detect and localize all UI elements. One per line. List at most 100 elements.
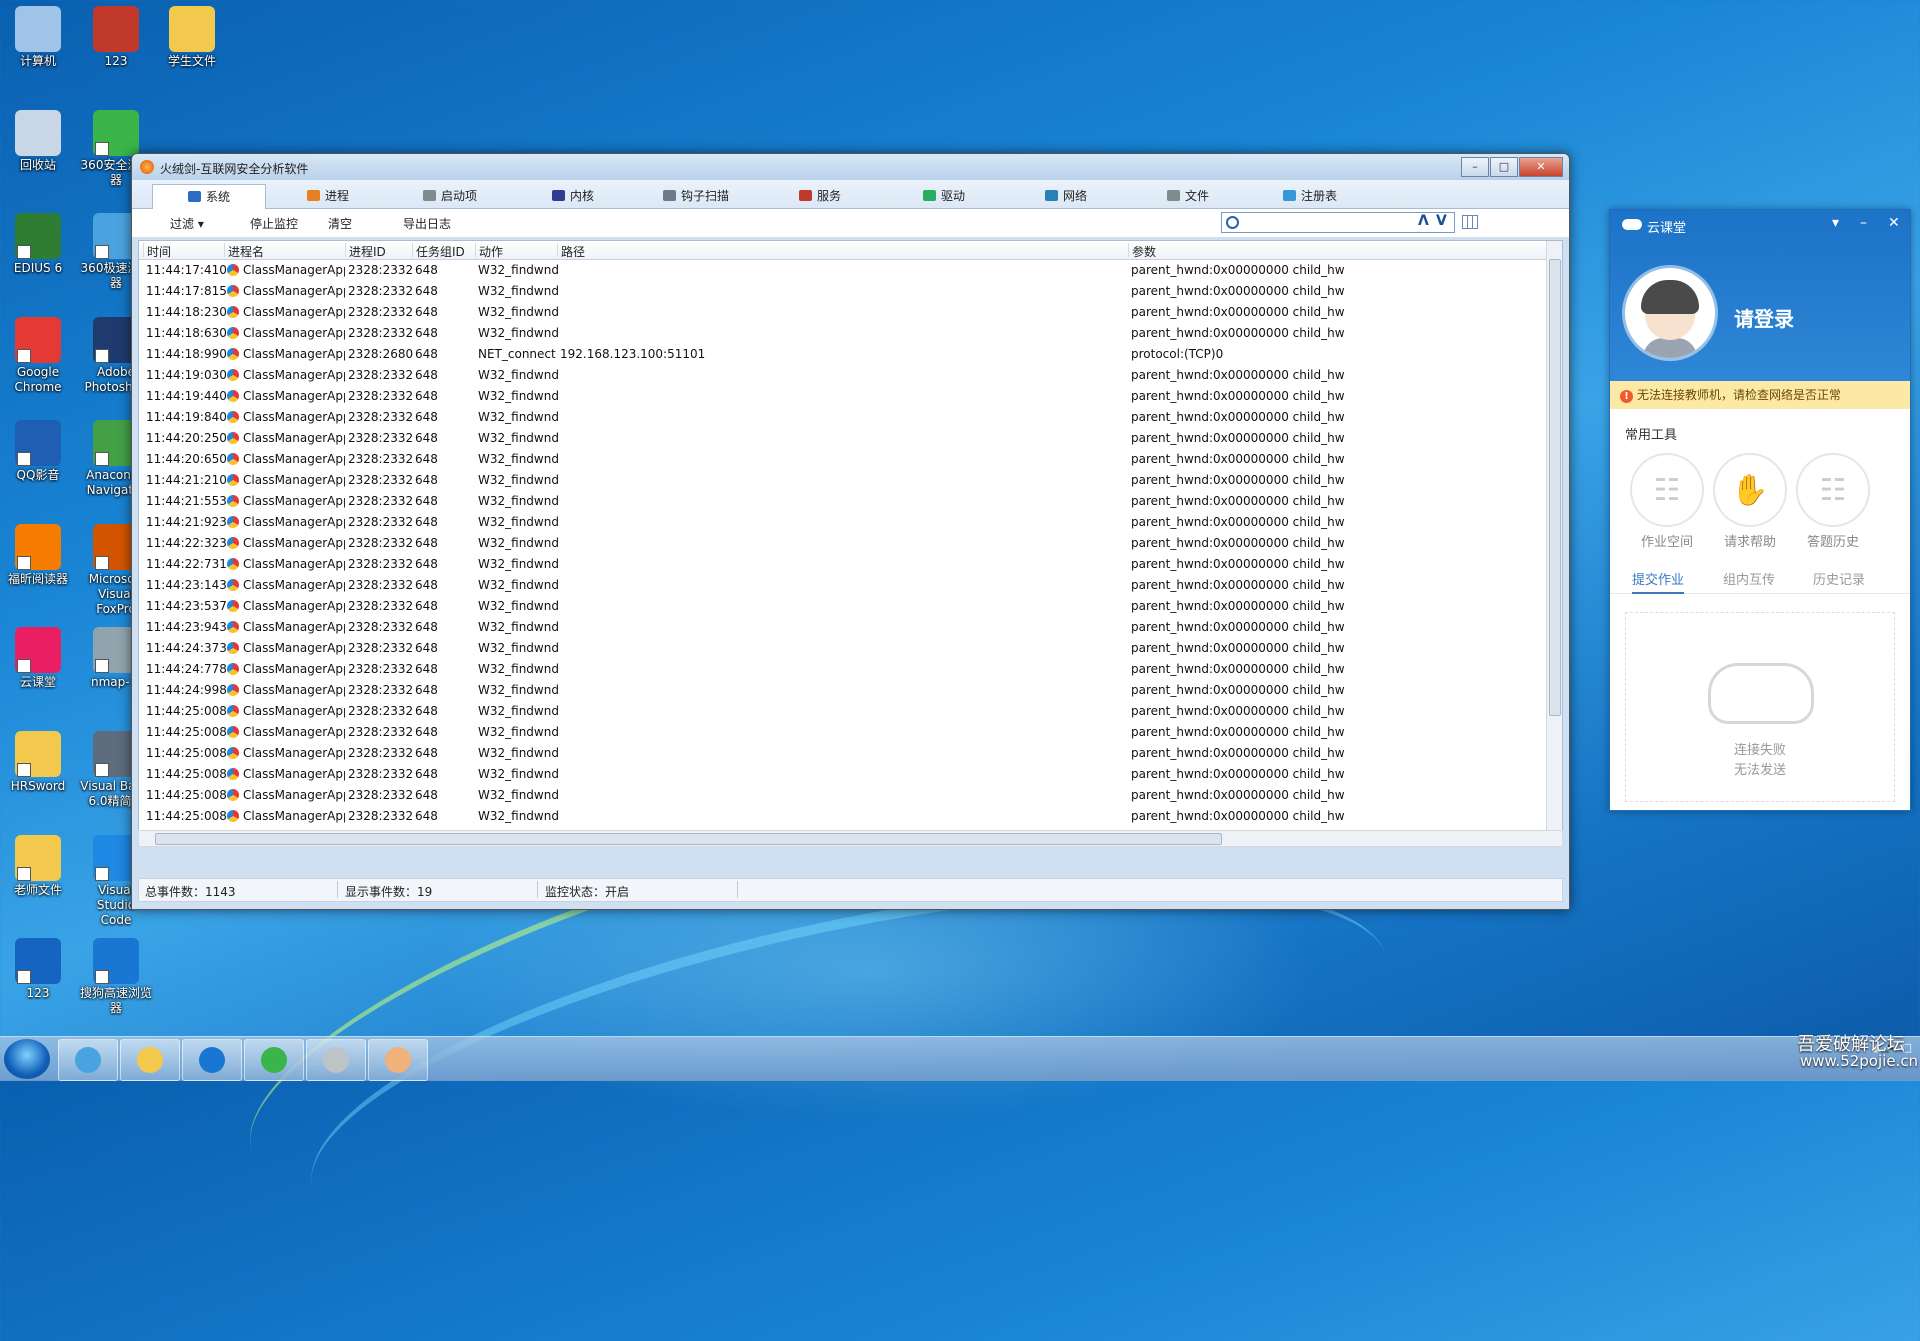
tab-kernel[interactable]: 内核 — [517, 184, 629, 208]
window-titlebar[interactable]: 火绒剑-互联网安全分析软件 – □ ✕ — [132, 154, 1569, 180]
avatar[interactable] — [1625, 268, 1715, 358]
table-row[interactable]: 11:44:21:210 ClassManagerApp.e...2328:233… — [139, 470, 1562, 491]
table-row[interactable]: 11:44:18:990 ClassManagerApp.e...2328:268… — [139, 344, 1562, 365]
tab-submit-homework[interactable]: 提交作业 — [1632, 569, 1685, 594]
table-row[interactable]: 11:44:25:008 ClassManagerApp.e...2328:233… — [139, 764, 1562, 785]
scroll-thumb[interactable] — [155, 833, 1222, 845]
table-cell: parent_hwnd:0x00000000 child_hw — [1131, 305, 1551, 319]
table-row[interactable]: 11:44:19:840 ClassManagerApp.e...2328:233… — [139, 407, 1562, 428]
column-header[interactable]: 路径 — [557, 243, 1127, 259]
taskbar-item[interactable] — [244, 1039, 304, 1081]
taskbar-item[interactable] — [306, 1039, 366, 1081]
export-log-button[interactable]: 导出日志 — [403, 215, 451, 232]
table-cell: parent_hwnd:0x00000000 child_hw — [1131, 641, 1551, 655]
desktop-icon[interactable]: Google Chrome — [2, 317, 74, 395]
column-header[interactable]: 进程ID — [345, 243, 411, 259]
taskbar-item[interactable] — [182, 1039, 242, 1081]
tab-network[interactable]: 网络 — [1010, 184, 1122, 208]
table-row[interactable]: 11:44:19:440 ClassManagerApp.e...2328:233… — [139, 386, 1562, 407]
table-row[interactable]: 11:44:21:553 ClassManagerApp.e...2328:233… — [139, 491, 1562, 512]
table-row[interactable]: 11:44:20:250 ClassManagerApp.e...2328:233… — [139, 428, 1562, 449]
tab-startup[interactable]: 启动项 — [394, 184, 506, 208]
table-row[interactable]: 11:44:23:943 ClassManagerApp.e...2328:233… — [139, 617, 1562, 638]
tab-group-transfer[interactable]: 组内互传 — [1723, 569, 1775, 588]
menu-chevron-icon[interactable]: ▾ — [1832, 215, 1839, 231]
cell-text: W32_findwnd — [478, 746, 558, 760]
desktop-icon[interactable]: 123 — [80, 6, 152, 69]
table-row[interactable]: 11:44:18:230 ClassManagerApp.e...2328:233… — [139, 302, 1562, 323]
table-cell: ClassManagerApp.e... — [227, 431, 345, 445]
column-header[interactable]: 参数 — [1128, 243, 1548, 259]
login-link[interactable]: 请登录 — [1734, 303, 1794, 332]
desktop-icon[interactable]: EDIUS 6 — [2, 213, 74, 276]
table-row[interactable]: 11:44:22:731 ClassManagerApp.e...2328:233… — [139, 554, 1562, 575]
close-icon[interactable]: ✕ — [1888, 215, 1900, 231]
table-row[interactable]: 11:44:18:630 ClassManagerApp.e...2328:233… — [139, 323, 1562, 344]
column-header[interactable]: 动作 — [475, 243, 555, 259]
desktop-icon[interactable]: 计算机 — [2, 6, 74, 69]
table-cell: ClassManagerApp.e... — [227, 620, 345, 634]
column-settings-icon[interactable] — [1462, 215, 1478, 229]
search-next-icon[interactable]: V — [1436, 213, 1447, 229]
desktop-icon[interactable]: 搜狗高速浏览器 — [80, 938, 152, 1016]
table-cell: W32_findwnd — [478, 326, 558, 340]
desktop-icon[interactable]: QQ影音 — [2, 420, 74, 483]
table-row[interactable]: 11:44:24:998 ClassManagerApp.e...2328:233… — [139, 680, 1562, 701]
table-row[interactable]: 11:44:24:373 ClassManagerApp.e...2328:233… — [139, 638, 1562, 659]
desktop-icon[interactable]: 老师文件 — [2, 835, 74, 898]
tab-driver[interactable]: 驱动 — [888, 184, 1000, 208]
clear-button[interactable]: 清空 — [328, 215, 352, 232]
tab-history[interactable]: 历史记录 — [1813, 569, 1865, 588]
table-row[interactable]: 11:44:22:323 ClassManagerApp.e...2328:233… — [139, 533, 1562, 554]
table-row[interactable]: 11:44:21:923 ClassManagerApp.e...2328:233… — [139, 512, 1562, 533]
desktop-icon[interactable]: HRSword — [2, 731, 74, 794]
tab-registry[interactable]: 注册表 — [1254, 184, 1366, 208]
table-row[interactable]: 11:44:17:815 ClassManagerApp.e...2328:233… — [139, 281, 1562, 302]
maximize-button[interactable]: □ — [1490, 157, 1518, 177]
tool-homework[interactable]: ☷ 作业空间 — [1622, 453, 1712, 550]
vertical-scrollbar[interactable] — [1546, 241, 1562, 831]
desktop-icon[interactable]: 回收站 — [2, 110, 74, 173]
table-row[interactable]: 11:44:25:008 ClassManagerApp.e...2328:233… — [139, 785, 1562, 806]
scroll-thumb[interactable] — [1549, 259, 1561, 716]
column-header[interactable]: 任务组ID — [412, 243, 474, 259]
filter-dropdown[interactable]: 过滤 ▾ — [170, 215, 204, 232]
cell-text: 11:44:23:143 — [146, 578, 226, 592]
start-button[interactable] — [4, 1039, 50, 1079]
taskbar-item[interactable] — [58, 1039, 118, 1081]
tab-service[interactable]: 服务 — [764, 184, 876, 208]
search-input[interactable]: Λ V — [1221, 212, 1455, 233]
desktop-icon[interactable]: 123 — [2, 938, 74, 1001]
tool-raise-hand[interactable]: ✋ 请求帮助 — [1705, 453, 1795, 550]
column-header[interactable]: 进程名 — [224, 243, 342, 259]
taskbar-item[interactable] — [368, 1039, 428, 1081]
taskbar-item[interactable] — [120, 1039, 180, 1081]
table-row[interactable]: 11:44:17:410 ClassManagerApp.e...2328:233… — [139, 260, 1562, 281]
tool-answer-history[interactable]: ☷ 答题历史 — [1788, 453, 1878, 550]
horizontal-scrollbar[interactable] — [138, 830, 1563, 847]
close-button[interactable]: ✕ — [1519, 157, 1563, 177]
table-cell: 648 — [415, 431, 477, 445]
table-row[interactable]: 11:44:20:650 ClassManagerApp.e...2328:233… — [139, 449, 1562, 470]
minimize-button[interactable]: – — [1461, 157, 1489, 177]
table-row[interactable]: 11:44:25:008 ClassManagerApp.e...2328:233… — [139, 701, 1562, 722]
table-row[interactable]: 11:44:25:008 ClassManagerApp.e...2328:233… — [139, 722, 1562, 743]
stop-monitor-button[interactable]: 停止监控 — [250, 215, 298, 232]
minimize-icon[interactable]: – — [1860, 215, 1867, 231]
tab-system[interactable]: 系统 — [152, 184, 266, 210]
warning-text: 无法连接教师机，请检查网络是否正常 — [1637, 388, 1842, 402]
table-row[interactable]: 11:44:23:143 ClassManagerApp.e...2328:233… — [139, 575, 1562, 596]
desktop-icon[interactable]: 福昕阅读器 — [2, 524, 74, 587]
table-row[interactable]: 11:44:19:030 ClassManagerApp.e...2328:233… — [139, 365, 1562, 386]
table-row[interactable]: 11:44:25:008 ClassManagerApp.e...2328:233… — [139, 743, 1562, 764]
table-row[interactable]: 11:44:25:008 ClassManagerApp.e...2328:233… — [139, 806, 1562, 827]
table-row[interactable]: 11:44:23:537 ClassManagerApp.e...2328:233… — [139, 596, 1562, 617]
tab-process[interactable]: 进程 — [272, 184, 384, 208]
desktop-icon[interactable]: 云课堂 — [2, 627, 74, 690]
search-prev-icon[interactable]: Λ — [1418, 213, 1429, 229]
tab-file[interactable]: 文件 — [1132, 184, 1244, 208]
column-header[interactable]: 时间 — [143, 243, 223, 259]
tab-hook[interactable]: 钩子扫描 — [640, 184, 752, 208]
desktop-icon[interactable]: 学生文件 — [156, 6, 228, 69]
table-row[interactable]: 11:44:24:778 ClassManagerApp.e...2328:233… — [139, 659, 1562, 680]
